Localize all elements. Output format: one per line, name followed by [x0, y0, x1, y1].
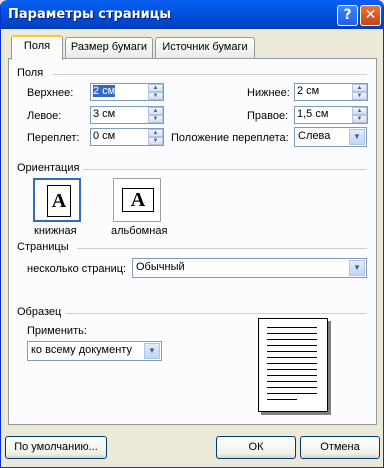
pages-group-label: Страницы — [17, 241, 69, 253]
preview-text-line — [267, 369, 317, 370]
portrait-option[interactable]: A — [33, 178, 81, 222]
spin-down-icon[interactable]: ▼ — [352, 115, 367, 123]
spin-down-icon[interactable]: ▼ — [148, 92, 163, 100]
spin-down-icon[interactable]: ▼ — [148, 115, 163, 123]
top-margin-value[interactable]: 2 см — [93, 85, 116, 97]
orientation-divider — [83, 169, 367, 170]
gutter-label: Переплет: — [27, 132, 80, 144]
preview-group-label: Образец — [17, 306, 62, 318]
bottom-margin-label: Нижнее: — [247, 87, 290, 99]
top-margin-label: Верхнее: — [27, 87, 74, 99]
preview-text-line — [267, 375, 317, 376]
right-margin-label: Правое: — [247, 110, 289, 122]
spin-up-icon[interactable]: ▲ — [148, 107, 163, 115]
default-button[interactable]: По умолчанию... — [5, 436, 107, 459]
left-margin-label: Левое: — [27, 110, 62, 122]
left-margin-spinner[interactable]: 3 см ▲ ▼ — [90, 106, 164, 124]
page-preview — [258, 318, 328, 412]
preview-text-line — [267, 399, 297, 400]
portrait-label[interactable]: книжная — [34, 225, 77, 237]
gutter-spinner[interactable]: 0 см ▲ ▼ — [90, 128, 164, 146]
title-bar[interactable]: Параметры страницы ? ✕ — [1, 0, 383, 29]
spin-up-icon[interactable]: ▲ — [352, 84, 367, 92]
apply-to-label: Применить: — [27, 325, 87, 337]
pages-divider — [77, 248, 367, 249]
preview-text-line — [267, 381, 317, 382]
landscape-option[interactable]: A — [113, 178, 161, 222]
margins-divider — [53, 74, 367, 75]
preview-divider — [65, 313, 367, 314]
multiple-pages-select[interactable]: Обычный ▼ — [132, 258, 367, 278]
preview-text-line — [267, 393, 317, 394]
help-button[interactable]: ? — [337, 5, 358, 26]
close-button[interactable]: ✕ — [360, 5, 381, 26]
gutter-value[interactable]: 0 см — [93, 130, 115, 142]
left-margin-value[interactable]: 3 см — [93, 108, 115, 120]
top-margin-spinner[interactable]: 2 см ▲ ▼ — [90, 83, 164, 101]
preview-text-line — [267, 339, 317, 340]
preview-text-line — [267, 327, 317, 328]
ok-button[interactable]: ОК — [216, 436, 296, 459]
window-title: Параметры страницы — [8, 7, 172, 22]
multiple-pages-value: Обычный — [136, 261, 185, 273]
landscape-page-icon: A — [122, 188, 154, 212]
right-margin-spinner[interactable]: 1,5 см ▲ ▼ — [294, 106, 368, 124]
gutter-position-label: Положение переплета: — [171, 132, 289, 144]
spin-up-icon[interactable]: ▲ — [148, 84, 163, 92]
spin-down-icon[interactable]: ▼ — [148, 137, 163, 145]
bottom-margin-value[interactable]: 2 см — [297, 85, 319, 97]
right-margin-value[interactable]: 1,5 см — [297, 108, 328, 120]
orientation-group-label: Ориентация — [17, 162, 80, 174]
margins-group-label: Поля — [17, 67, 44, 79]
chevron-down-icon[interactable]: ▼ — [349, 129, 365, 145]
chevron-down-icon[interactable]: ▼ — [349, 260, 365, 276]
spin-up-icon[interactable]: ▲ — [352, 107, 367, 115]
tab-paper-size[interactable]: Размер бумаги — [65, 37, 153, 58]
apply-to-value: ко всему документу — [31, 344, 132, 356]
gutter-position-value: Слева — [298, 130, 331, 142]
gutter-position-select[interactable]: Слева ▼ — [294, 127, 367, 147]
preview-text-line — [267, 333, 317, 334]
preview-text-line — [267, 357, 317, 358]
bottom-margin-spinner[interactable]: 2 см ▲ ▼ — [294, 83, 368, 101]
spin-up-icon[interactable]: ▲ — [148, 129, 163, 137]
tab-margins[interactable]: Поля — [11, 35, 63, 60]
chevron-down-icon[interactable]: ▼ — [144, 343, 160, 359]
preview-text-line — [267, 345, 317, 346]
preview-text-line — [267, 387, 317, 388]
multiple-pages-label: несколько страниц: — [27, 263, 127, 275]
portrait-page-icon: A — [47, 185, 71, 217]
apply-to-select[interactable]: ко всему документу ▼ — [27, 341, 162, 361]
tab-paper-source[interactable]: Источник бумаги — [155, 37, 255, 58]
landscape-label[interactable]: альбомная — [111, 225, 167, 237]
preview-text-line — [267, 351, 317, 352]
cancel-button[interactable]: Отмена — [300, 436, 380, 459]
preview-text-line — [267, 363, 317, 364]
page-setup-dialog: Параметры страницы ? ✕ Поля Размер бумаг… — [0, 0, 384, 468]
spin-down-icon[interactable]: ▼ — [352, 92, 367, 100]
